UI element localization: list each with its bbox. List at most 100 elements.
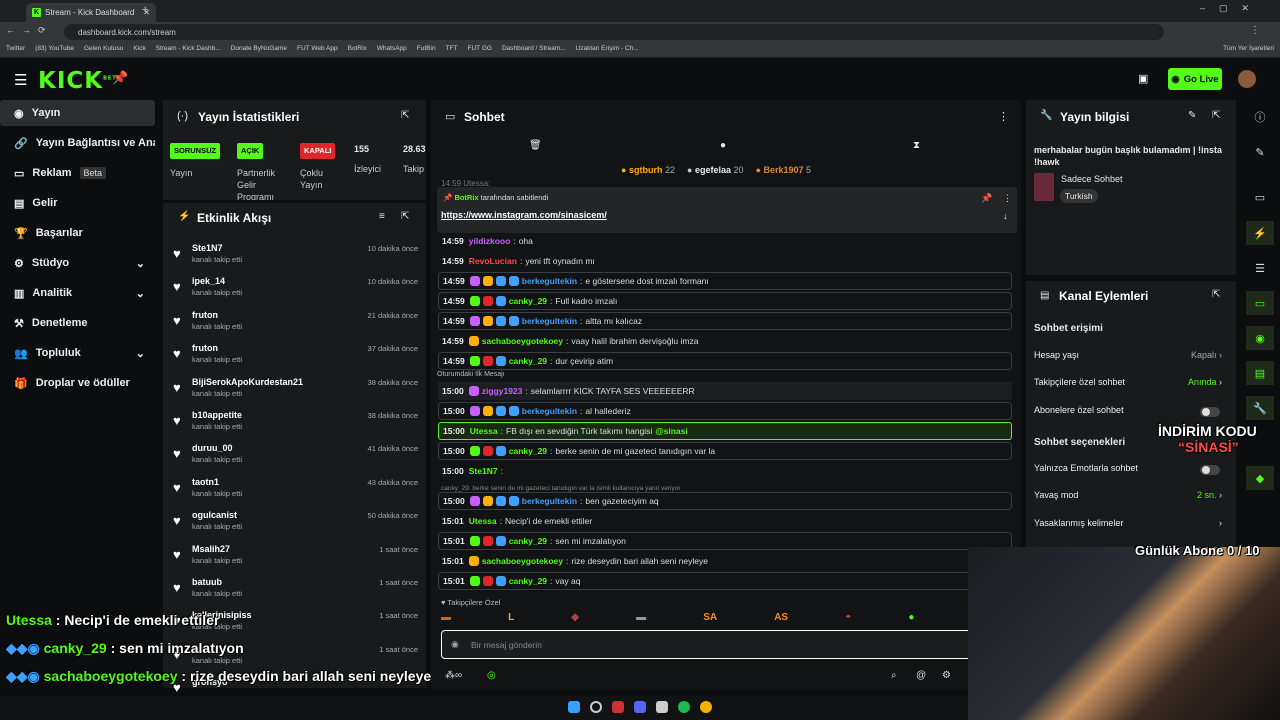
chat-message[interactable]: 14:59 sachaboeygotekoey: vaay halil ibrahi…	[438, 332, 1012, 350]
activity-user[interactable]: ogulcanist	[192, 510, 237, 520]
info-icon[interactable]: ⓘ	[1246, 105, 1274, 129]
more-options-icon[interactable]: ⋮	[1003, 193, 1012, 204]
menu-icon[interactable]: ⋮	[1250, 25, 1260, 36]
activity-user[interactable]: fruton	[192, 343, 218, 353]
message-user[interactable]: canky_29	[509, 576, 547, 586]
sidebar-item-yayin[interactable]: ◉ Yayın	[0, 100, 155, 126]
bookmark[interactable]: WhatsApp	[377, 45, 407, 54]
app-icon[interactable]	[612, 701, 624, 713]
more-options-icon[interactable]: ⋮	[998, 110, 1009, 123]
chat-input[interactable]: ◉ Bir mesaj gönderin	[441, 630, 981, 659]
activity-user[interactable]: b10appetite	[192, 410, 242, 420]
emote[interactable]: ◆	[571, 612, 579, 628]
chat-message[interactable]: 15:01 canky_29: vay aq	[438, 572, 1012, 590]
sidebar-item-community[interactable]: 👥 Topluluk ⌄	[0, 340, 155, 366]
message-user[interactable]: yildizkooo	[469, 236, 511, 246]
message-user[interactable]: ziggy1923	[482, 386, 523, 396]
hamburger-menu-icon[interactable]: ☰	[14, 71, 27, 89]
emote[interactable]: ◓	[845, 612, 851, 628]
mention[interactable]: @sinasi	[655, 426, 687, 436]
message-user[interactable]: canky_29	[509, 536, 547, 546]
chat-icon[interactable]: ▭	[1246, 185, 1274, 209]
activity-user[interactable]: Msalih27	[192, 544, 230, 554]
message-user[interactable]: Utessa	[469, 516, 497, 526]
gifter[interactable]: ● egefelaa 20	[687, 165, 744, 175]
avatar[interactable]	[1238, 70, 1256, 88]
chat-message[interactable]: 15:01 sachaboeygotekoey: rize deseydin bar…	[438, 552, 1012, 570]
pin-icon[interactable]: 📌	[981, 193, 992, 204]
gifter[interactable]: ● Berk1907 5	[756, 165, 812, 175]
browser-tab[interactable]: K Stream - Kick Dashboard ✕	[26, 3, 156, 22]
toggle-switch[interactable]	[1200, 465, 1220, 475]
emote[interactable]: ▬	[636, 612, 646, 628]
trash-icon[interactable]: 🗑	[529, 140, 542, 151]
bookmark[interactable]: FutBin	[417, 45, 436, 54]
at-mention-icon[interactable]: @	[916, 670, 926, 681]
hourglass-icon[interactable]: ⧗	[913, 140, 920, 151]
search-icon[interactable]: ⌕	[891, 670, 897, 681]
sidebar-item-analytics[interactable]: ▥ Analitik ⌄	[0, 280, 155, 306]
followers-only-setting[interactable]: Takipçilere özel sohbet Anında ›	[1034, 377, 1228, 393]
message-user[interactable]: berkegultekin	[522, 276, 577, 286]
bookmark[interactable]: Twitter	[6, 45, 25, 54]
popout-icon[interactable]: ⇱	[401, 211, 409, 222]
settings-gear-icon[interactable]: ⚙	[942, 670, 951, 681]
filter-icon[interactable]: ≡	[379, 211, 385, 222]
chat-message[interactable]: 14:59 RevoLucian: yeni tft oynadın mı	[438, 252, 1012, 270]
new-tab-icon[interactable]: +	[142, 4, 148, 16]
message-user[interactable]: canky_29	[509, 356, 547, 366]
bookmark[interactable]: FUT GG	[468, 45, 492, 54]
app-icon[interactable]	[656, 701, 668, 713]
chat-message[interactable]: 14:59 canky_29: Full kadro imzalı	[438, 292, 1012, 310]
kick-logo[interactable]: KICKBETA	[38, 68, 121, 94]
slow-mode-setting[interactable]: Yavaş mod 2 sn. ›	[1034, 490, 1228, 506]
account-age-setting[interactable]: Hesap yaşı Kapalı ›	[1034, 350, 1228, 366]
message-user[interactable]: canky_29	[509, 296, 547, 306]
chat-message[interactable]: 14:59 canky_29: dur çevirip atim	[438, 352, 1012, 370]
activity-user[interactable]: fruton	[192, 310, 218, 320]
bookmark[interactable]: Uzaktan Erişim - Ch...	[576, 45, 639, 54]
pin-icon[interactable]: 📌	[112, 70, 128, 86]
sidebar-item-studio[interactable]: ⚙ Stüdyo ⌄	[0, 250, 155, 276]
subs-only-setting[interactable]: Abonelere özel sohbet	[1034, 405, 1228, 421]
sidebar-item-revenue[interactable]: ▤ Gelir	[0, 190, 155, 216]
message-user[interactable]: canky_29	[509, 446, 547, 456]
expand-icon[interactable]: ↓	[1003, 211, 1008, 221]
bookmark[interactable]: FUT Web App	[297, 45, 338, 54]
all-bookmarks[interactable]: Tüm Yer İşaretleri	[1223, 45, 1274, 54]
activity-user[interactable]: batuub	[192, 577, 222, 587]
banned-words-setting[interactable]: Yasaklanmış kelimeler ›	[1034, 518, 1228, 534]
chat-message[interactable]: 15:00 Ste1N7:	[438, 462, 1012, 480]
message-user[interactable]: berkegultekin	[522, 316, 577, 326]
sidebar-item-ads[interactable]: ▭ Reklam Beta	[0, 160, 155, 186]
emote[interactable]: L	[508, 612, 514, 628]
activity-user[interactable]: duruu_00	[192, 443, 233, 453]
chat-bubble-icon[interactable]: ●	[720, 140, 726, 151]
sidebar-item-moderation[interactable]: ⚒ Denetleme	[0, 310, 155, 336]
emote[interactable]: SA	[703, 612, 717, 628]
chat-message[interactable]: 14:59 berkegultekin: e göstersene dost imz…	[438, 272, 1012, 290]
broadcast-screen-icon[interactable]: ▣	[1138, 72, 1148, 85]
search-icon[interactable]	[590, 701, 602, 713]
emote-only-setting[interactable]: Yalnızca Emotlarla sohbet	[1034, 463, 1228, 479]
edit-icon[interactable]: ✎	[1188, 110, 1196, 121]
message-user[interactable]: RevoLucian	[469, 256, 517, 266]
message-user[interactable]: Utessa	[470, 426, 498, 436]
category-thumbnail[interactable]	[1034, 173, 1054, 201]
chat-message[interactable]: 15:01 canky_29: sen mi imzalatıyon	[438, 532, 1012, 550]
emote[interactable]: AS	[774, 612, 788, 628]
chat-message[interactable]: 15:00 ziggy1923: selamlarrrr KICK TAYFA SE…	[438, 382, 1012, 400]
emote[interactable]: ●	[908, 612, 914, 628]
url-input[interactable]: dashboard.kick.com/stream	[64, 24, 1164, 40]
edit-icon[interactable]: ✎	[1246, 140, 1274, 164]
lightning-icon[interactable]: ⚡	[1246, 221, 1274, 245]
emote[interactable]: ▬	[441, 612, 451, 628]
chat-message[interactable]: 15:00 canky_29: berke senin de mi gazeteci…	[438, 442, 1012, 460]
popout-icon[interactable]: ⇱	[1212, 289, 1220, 300]
chat-message[interactable]: 14:59 yildizkooo: oha	[438, 232, 1012, 250]
chrome-icon[interactable]	[700, 701, 712, 713]
window-controls[interactable]: –▢✕	[1200, 3, 1263, 14]
pinned-link[interactable]: https://www.instagram.com/sinasicem/	[441, 210, 607, 220]
chat-message[interactable]: 14:59 berkegultekin: altta mı kalıcaz	[438, 312, 1012, 330]
sidebar-item-stream-key[interactable]: 🔗Yayın Bağlantısı ve Anahtar	[0, 130, 155, 156]
